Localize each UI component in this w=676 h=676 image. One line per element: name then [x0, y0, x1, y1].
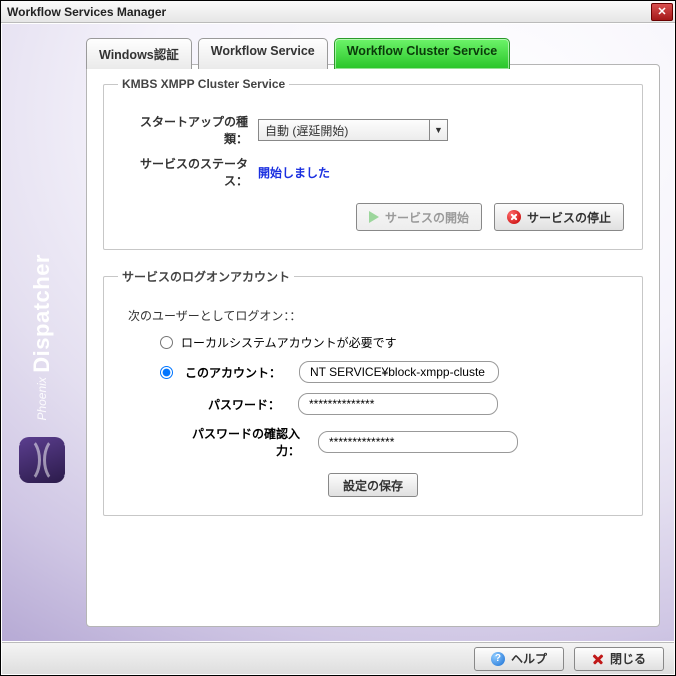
client-area: Phoenix Dispatcher Windows認証 Workflow Se… — [2, 24, 674, 641]
brand-logo-icon — [19, 437, 65, 483]
close-button[interactable]: 閉じる — [574, 647, 664, 671]
window-close-button[interactable]: ✕ — [651, 3, 673, 21]
this-account-option[interactable]: このアカウント： — [160, 361, 628, 383]
local-system-option[interactable]: ローカルシステムアカウントが必要です — [160, 334, 628, 351]
stop-service-button[interactable]: サービスの停止 — [494, 203, 624, 231]
tab-panel: KMBS XMPP Cluster Service スタートアップの種類： 自動… — [86, 64, 660, 627]
help-button[interactable]: ? ヘルプ — [474, 647, 564, 671]
window-frame: Workflow Services Manager ✕ Phoenix Disp… — [0, 0, 676, 676]
titlebar: Workflow Services Manager ✕ — [1, 1, 675, 23]
tab-workflow-service[interactable]: Workflow Service — [198, 38, 328, 69]
chevron-down-icon: ▼ — [429, 120, 447, 140]
startup-type-label: スタートアップの種類： — [118, 113, 258, 147]
this-account-radio[interactable] — [160, 366, 173, 379]
brand-title: Dispatcher — [29, 254, 54, 373]
start-service-label: サービスの開始 — [385, 209, 469, 226]
password-input[interactable] — [298, 393, 498, 415]
service-status-label: サービスのステータス： — [118, 155, 258, 189]
logon-account-group: サービスのログオンアカウント 次のユーザーとしてログオン：： ローカルシステムア… — [103, 268, 643, 516]
local-system-label: ローカルシステムアカウントが必要です — [181, 334, 397, 351]
this-account-label: このアカウント： — [181, 364, 291, 381]
window-title: Workflow Services Manager — [7, 5, 166, 19]
logon-as-row: 次のユーザーとしてログオン：： — [128, 307, 628, 324]
startup-type-select[interactable]: 自動 (遅延開始) ▼ — [258, 119, 448, 141]
cluster-service-group: KMBS XMPP Cluster Service スタートアップの種類： 自動… — [103, 77, 643, 250]
save-row: 設定の保存 — [118, 473, 628, 497]
brand-subtitle: Phoenix — [33, 377, 49, 420]
confirm-password-input[interactable] — [318, 431, 518, 453]
password-label: パスワード： — [180, 396, 290, 413]
play-icon — [369, 211, 379, 223]
cluster-service-legend: KMBS XMPP Cluster Service — [118, 77, 289, 91]
close-label: 閉じる — [610, 650, 646, 667]
tab-strip: Windows認証 Workflow Service Workflow Clus… — [86, 38, 510, 69]
local-system-radio[interactable] — [160, 336, 173, 349]
help-label: ヘルプ — [511, 650, 547, 667]
account-name-input[interactable] — [299, 361, 499, 383]
service-status-row: サービスのステータス： 開始しました — [118, 155, 628, 189]
startup-type-value: 自動 (遅延開始) — [265, 122, 348, 139]
brand-sidebar: Phoenix Dispatcher — [12, 183, 72, 483]
tab-workflow-cluster-service[interactable]: Workflow Cluster Service — [334, 38, 511, 69]
x-icon — [592, 653, 604, 665]
startup-type-row: スタートアップの種類： 自動 (遅延開始) ▼ — [118, 113, 628, 147]
logon-account-legend: サービスのログオンアカウント — [118, 268, 294, 285]
service-status-value: 開始しました — [258, 164, 628, 181]
save-settings-button[interactable]: 設定の保存 — [328, 473, 418, 497]
stop-icon — [507, 210, 521, 224]
logon-as-label: 次のユーザーとしてログオン：： — [128, 307, 301, 324]
close-icon: ✕ — [657, 5, 666, 18]
confirm-password-label: パスワードの確認入力： — [180, 425, 310, 459]
brand-text: Phoenix Dispatcher — [29, 254, 55, 421]
password-row: パスワード： — [180, 393, 628, 415]
service-buttons: サービスの開始 サービスの停止 — [118, 197, 628, 231]
start-service-button: サービスの開始 — [356, 203, 482, 231]
confirm-password-row: パスワードの確認入力： — [180, 425, 628, 459]
help-icon: ? — [491, 652, 505, 666]
tab-windows-auth[interactable]: Windows認証 — [86, 38, 192, 69]
stop-service-label: サービスの停止 — [527, 209, 611, 226]
save-settings-label: 設定の保存 — [343, 477, 403, 494]
footer-bar: ? ヘルプ 閉じる — [2, 642, 674, 674]
